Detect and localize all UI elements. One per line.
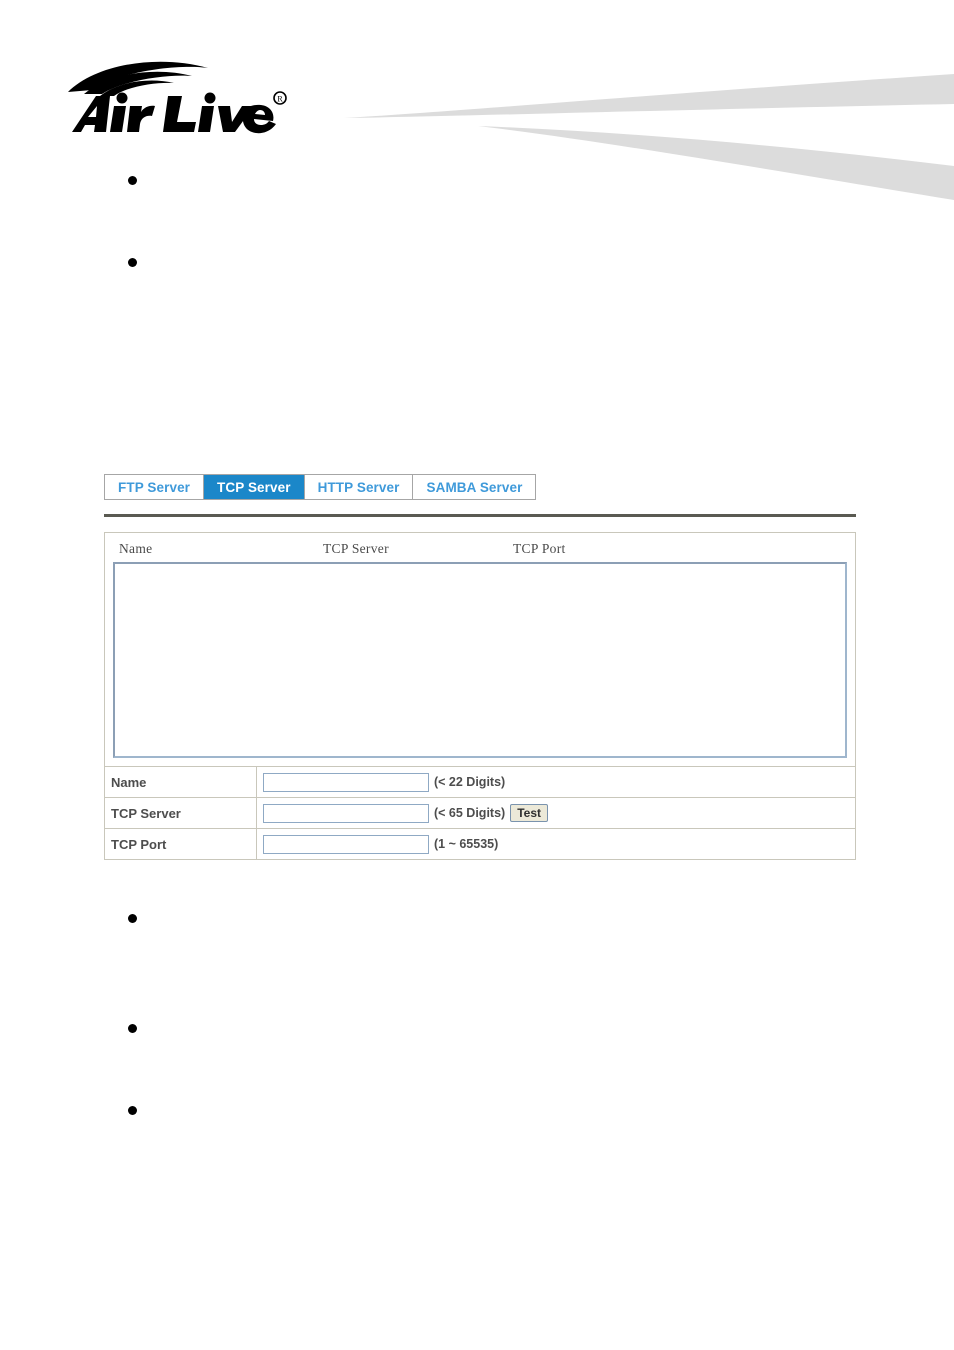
server-list-box[interactable] bbox=[113, 562, 847, 758]
server-type-tabs[interactable]: FTP Server TCP Server HTTP Server SAMBA … bbox=[104, 474, 537, 500]
label-tcp-server: TCP Server bbox=[105, 798, 257, 828]
form-row-tcp-port: TCP Port (1 ~ 65535) bbox=[105, 829, 855, 859]
server-list-items[interactable] bbox=[115, 564, 845, 756]
tab-ftp-server[interactable]: FTP Server bbox=[105, 475, 205, 499]
form-row-tcp-server: TCP Server (< 65 Digits) Test bbox=[105, 798, 855, 829]
svg-text:R: R bbox=[277, 95, 283, 104]
bullet-top-2 bbox=[128, 258, 137, 267]
page-header: R bbox=[0, 0, 954, 200]
hint-tcp-server: (< 65 Digits) bbox=[434, 806, 506, 820]
label-tcp-port: TCP Port bbox=[105, 829, 257, 859]
tab-samba-server[interactable]: SAMBA Server bbox=[413, 475, 536, 499]
airlive-logo: R bbox=[62, 52, 292, 134]
bullet-bottom-1 bbox=[128, 914, 137, 923]
section-divider bbox=[104, 514, 856, 517]
server-list-section: Name TCP Server TCP Port bbox=[105, 533, 855, 767]
control-tcp-server: (< 65 Digits) Test bbox=[257, 798, 855, 828]
header-swoosh-graphic bbox=[330, 60, 954, 200]
test-button[interactable]: Test bbox=[510, 804, 548, 822]
control-name: (< 22 Digits) bbox=[257, 767, 855, 797]
label-name: Name bbox=[105, 767, 257, 797]
column-header-tcp-server: TCP Server bbox=[323, 541, 389, 556]
bullet-top-1 bbox=[128, 176, 137, 185]
form-row-name: Name (< 22 Digits) bbox=[105, 767, 855, 798]
name-input[interactable] bbox=[263, 772, 429, 792]
bullet-bottom-3 bbox=[128, 1106, 137, 1115]
server-list-header: Name TCP Server TCP Port bbox=[113, 539, 847, 562]
column-header-tcp-port: TCP Port bbox=[513, 541, 566, 556]
tab-http-server[interactable]: HTTP Server bbox=[304, 475, 414, 499]
column-header-name: Name bbox=[119, 541, 153, 556]
hint-tcp-port: (1 ~ 65535) bbox=[434, 837, 499, 851]
registered-trademark-icon: R bbox=[273, 91, 287, 105]
tcp-server-input[interactable] bbox=[263, 803, 429, 823]
tcp-server-settings-panel: Name TCP Server TCP Port Name (< 22 Digi… bbox=[104, 532, 856, 860]
hint-name: (< 22 Digits) bbox=[434, 775, 506, 789]
tcp-port-input[interactable] bbox=[263, 834, 429, 854]
control-tcp-port: (1 ~ 65535) bbox=[257, 829, 855, 859]
tab-tcp-server[interactable]: TCP Server bbox=[204, 475, 305, 499]
bullet-bottom-2 bbox=[128, 1024, 137, 1033]
